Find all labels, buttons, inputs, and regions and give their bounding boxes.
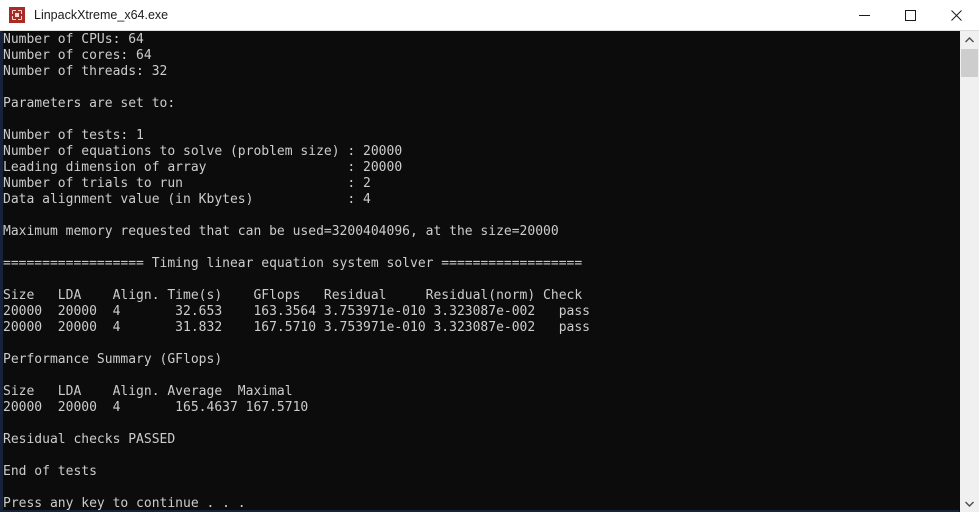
vertical-scrollbar[interactable] (959, 31, 979, 512)
minimize-button[interactable] (841, 0, 887, 30)
window-controls (841, 0, 979, 30)
scrollbar-track[interactable] (960, 48, 979, 495)
scroll-up-arrow-icon[interactable] (960, 31, 979, 48)
scrollbar-thumb[interactable] (961, 49, 978, 77)
console-window: LinpackXtreme_x64.exe Number of CPUs: 64… (0, 0, 979, 512)
console-output-area[interactable]: Number of CPUs: 64 Number of cores: 64 N… (0, 31, 979, 512)
title-bar: LinpackXtreme_x64.exe (0, 0, 979, 31)
console-text: Number of CPUs: 64 Number of cores: 64 N… (3, 32, 590, 511)
maximize-button[interactable] (887, 0, 933, 30)
window-title: LinpackXtreme_x64.exe (34, 7, 169, 22)
app-icon-center-dot (15, 13, 19, 17)
close-button[interactable] (933, 0, 979, 30)
scroll-down-arrow-icon[interactable] (960, 495, 979, 512)
app-icon (9, 7, 25, 23)
